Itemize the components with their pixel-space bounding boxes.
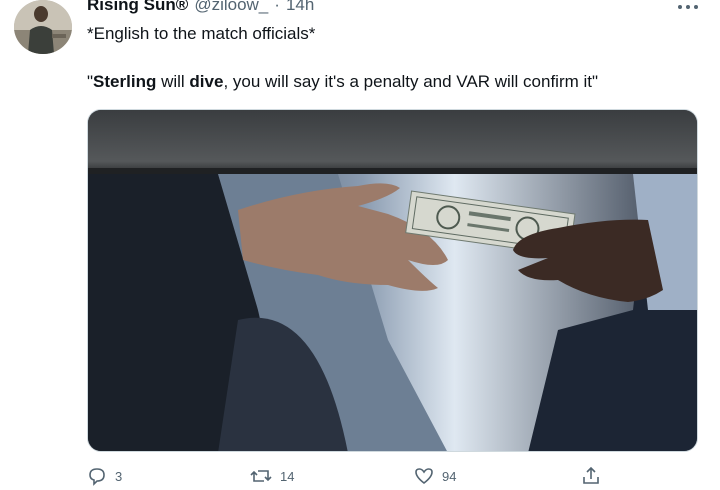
text-rest: , you will say it's a penalty and VAR wi… xyxy=(223,72,599,91)
separator-dot: · xyxy=(274,0,280,14)
like-count: 94 xyxy=(442,468,457,484)
reply-button[interactable]: 3 xyxy=(87,466,122,486)
tweet-header: Rising Sun® @ziloow_ · 14h xyxy=(87,0,314,19)
like-icon xyxy=(415,468,433,485)
dot xyxy=(694,5,698,9)
share-button[interactable] xyxy=(581,466,601,486)
more-dots-icon[interactable] xyxy=(678,2,698,12)
like-button[interactable]: 94 xyxy=(414,466,456,486)
text-will: will xyxy=(156,72,190,91)
tweet-text-line-1: *English to the match officials* xyxy=(87,24,316,43)
retweet-button[interactable]: 14 xyxy=(250,466,294,486)
tweet-media-image[interactable] xyxy=(87,109,698,452)
display-name[interactable]: Rising Sun® xyxy=(87,0,188,15)
reply-icon xyxy=(89,468,105,486)
reply-count: 3 xyxy=(115,468,123,484)
bribe-photo xyxy=(88,110,697,451)
retweet-count: 14 xyxy=(280,468,295,484)
bold-dive: dive xyxy=(189,72,224,91)
retweet-icon xyxy=(250,470,272,482)
bold-sterling: Sterling xyxy=(93,72,157,91)
tweet-text-line-2: "Sterling will dive, you will say it's a… xyxy=(87,72,598,92)
timestamp[interactable]: 14h xyxy=(286,0,314,15)
avatar[interactable] xyxy=(14,0,72,54)
avatar-photo xyxy=(14,0,72,54)
share-icon xyxy=(583,466,599,484)
tweet-actions: 3 14 94 xyxy=(87,466,698,490)
dot xyxy=(686,5,690,9)
user-handle[interactable]: @ziloow_ xyxy=(194,0,268,15)
dot xyxy=(678,5,682,9)
